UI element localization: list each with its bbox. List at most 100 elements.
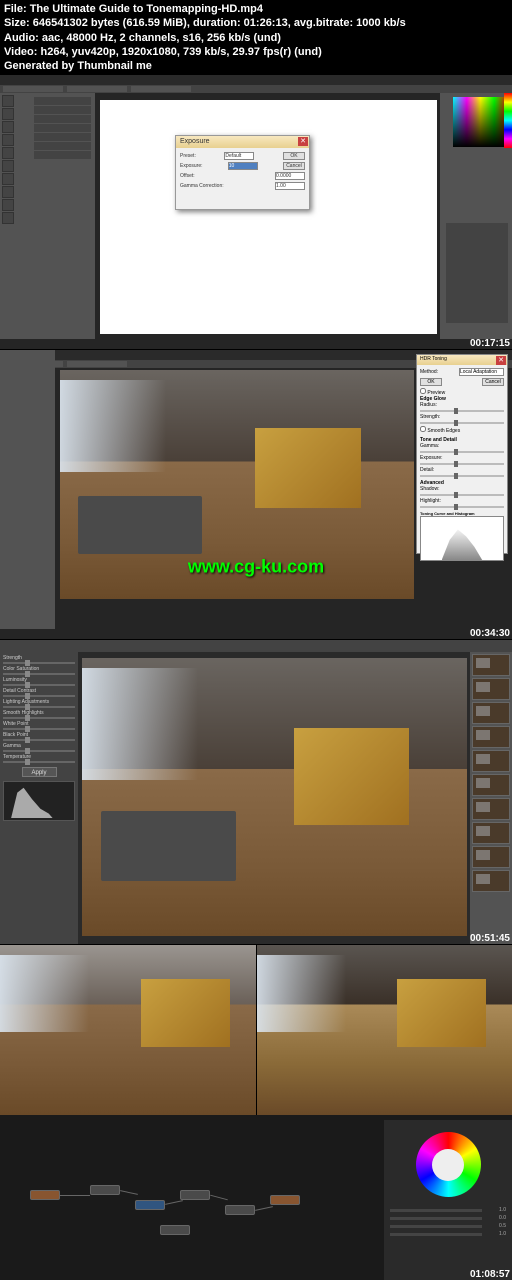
histogram-curve[interactable] [420,516,504,561]
node[interactable] [160,1225,190,1235]
smooth-checkbox[interactable] [420,426,426,432]
gamma-input[interactable]: 1.00 [275,182,305,190]
lasso-tool-icon[interactable] [2,121,14,133]
menubar[interactable] [0,75,512,85]
layers-panel[interactable] [446,223,508,323]
gold-wall [397,979,486,1047]
close-button[interactable]: ✕ [496,356,506,365]
radius-slider[interactable] [420,410,504,412]
whitepoint-slider[interactable] [3,728,75,730]
shadow-label: Shadow: [420,486,439,492]
cancel-button[interactable]: Cancel [283,162,305,170]
preset-thumb[interactable] [472,750,510,772]
gamma-label: Gamma Correction: [180,183,224,189]
viewer-a[interactable] [0,945,256,1115]
param-slider[interactable] [390,1217,482,1220]
brush-tool-icon[interactable] [2,160,14,172]
gradient-tool-icon[interactable] [2,199,14,211]
preset-thumb[interactable] [472,702,510,724]
color-picker[interactable] [453,97,508,147]
crop-tool-icon[interactable] [2,134,14,146]
param-slider[interactable] [390,1225,482,1228]
node[interactable] [180,1190,210,1200]
dialog-titlebar[interactable]: HDR Toning ✕ [417,355,507,365]
lighting-slider[interactable] [3,706,75,708]
node[interactable] [225,1205,255,1215]
move-tool-icon[interactable] [2,95,14,107]
temperature-slider[interactable] [3,761,75,763]
viewer-b[interactable] [257,945,512,1115]
color-wheel[interactable] [416,1132,481,1197]
node-graph[interactable] [0,1130,382,1280]
preset-thumb[interactable] [472,774,510,796]
layer-row[interactable] [34,97,91,105]
apply-button[interactable]: Apply [22,767,57,777]
marquee-tool-icon[interactable] [2,108,14,120]
blackpoint-slider[interactable] [3,739,75,741]
preset-thumb[interactable] [472,846,510,868]
eyedropper-tool-icon[interactable] [2,147,14,159]
colorcorrector-node[interactable] [135,1200,165,1210]
strength-slider[interactable] [3,662,75,664]
eraser-tool-icon[interactable] [2,186,14,198]
exposure-slider[interactable] [420,463,504,465]
layer-row[interactable] [34,142,91,150]
dialog-titlebar[interactable]: Exposure ✕ [176,136,309,148]
contrast-slider[interactable] [3,695,75,697]
shadow-slider[interactable] [420,494,504,496]
node[interactable] [90,1185,120,1195]
layer-row[interactable] [34,124,91,132]
histogram [3,781,75,821]
luminosity-slider[interactable] [3,684,75,686]
layer-row[interactable] [34,151,91,159]
saver-node[interactable] [270,1195,300,1205]
ok-button[interactable]: OK [283,152,305,160]
toolbar[interactable] [0,640,512,652]
preset-thumb[interactable] [472,870,510,892]
hue-strip[interactable] [504,93,512,148]
gamma-slider[interactable] [420,451,504,453]
preset-thumb[interactable] [472,654,510,676]
layer-row[interactable] [34,106,91,114]
preset-thumb[interactable] [472,678,510,700]
color-gradient[interactable] [453,97,508,147]
param-slider[interactable] [390,1233,482,1236]
detail-slider[interactable] [420,475,504,477]
param-value[interactable]: 0.0 [484,1215,506,1221]
param-slider[interactable] [390,1209,482,1212]
tab[interactable] [67,86,127,92]
saturation-slider[interactable] [3,673,75,675]
param-value[interactable]: 0.5 [484,1223,506,1229]
loader-node[interactable] [30,1190,60,1200]
param-value[interactable]: 1.0 [484,1231,506,1237]
method-select[interactable]: Local Adaptation [459,368,504,376]
preset-thumb[interactable] [472,822,510,844]
tools-panel [0,93,30,339]
ok-button[interactable]: OK [420,378,442,386]
tab[interactable] [3,86,63,92]
clone-tool-icon[interactable] [2,173,14,185]
strength-slider[interactable] [420,422,504,424]
preview-canvas[interactable] [82,658,467,936]
adjustments-panel: Strength Color Saturation Luminosity Det… [0,652,78,944]
gamma-slider[interactable] [3,750,75,752]
tab[interactable] [67,361,127,367]
layer-row[interactable] [34,115,91,123]
layer-row[interactable] [34,133,91,141]
preset-select[interactable]: Default [224,152,254,160]
preset-thumb[interactable] [472,726,510,748]
exposure-label: Exposure: [420,455,443,461]
text-tool-icon[interactable] [2,212,14,224]
preview-checkbox[interactable] [420,388,426,394]
tab[interactable] [131,86,191,92]
param-value[interactable]: 1.0 [484,1207,506,1213]
exposure-input[interactable]: 10 [228,162,258,170]
highlight-slider[interactable] [420,506,504,508]
document-tabs[interactable] [0,85,512,93]
close-button[interactable]: ✕ [298,137,308,146]
cancel-button[interactable]: Cancel [482,378,504,386]
preset-thumb[interactable] [472,798,510,820]
offset-input[interactable]: 0.0000 [275,172,305,180]
exposure-label: Exposure: [180,163,203,169]
highlights-slider[interactable] [3,717,75,719]
